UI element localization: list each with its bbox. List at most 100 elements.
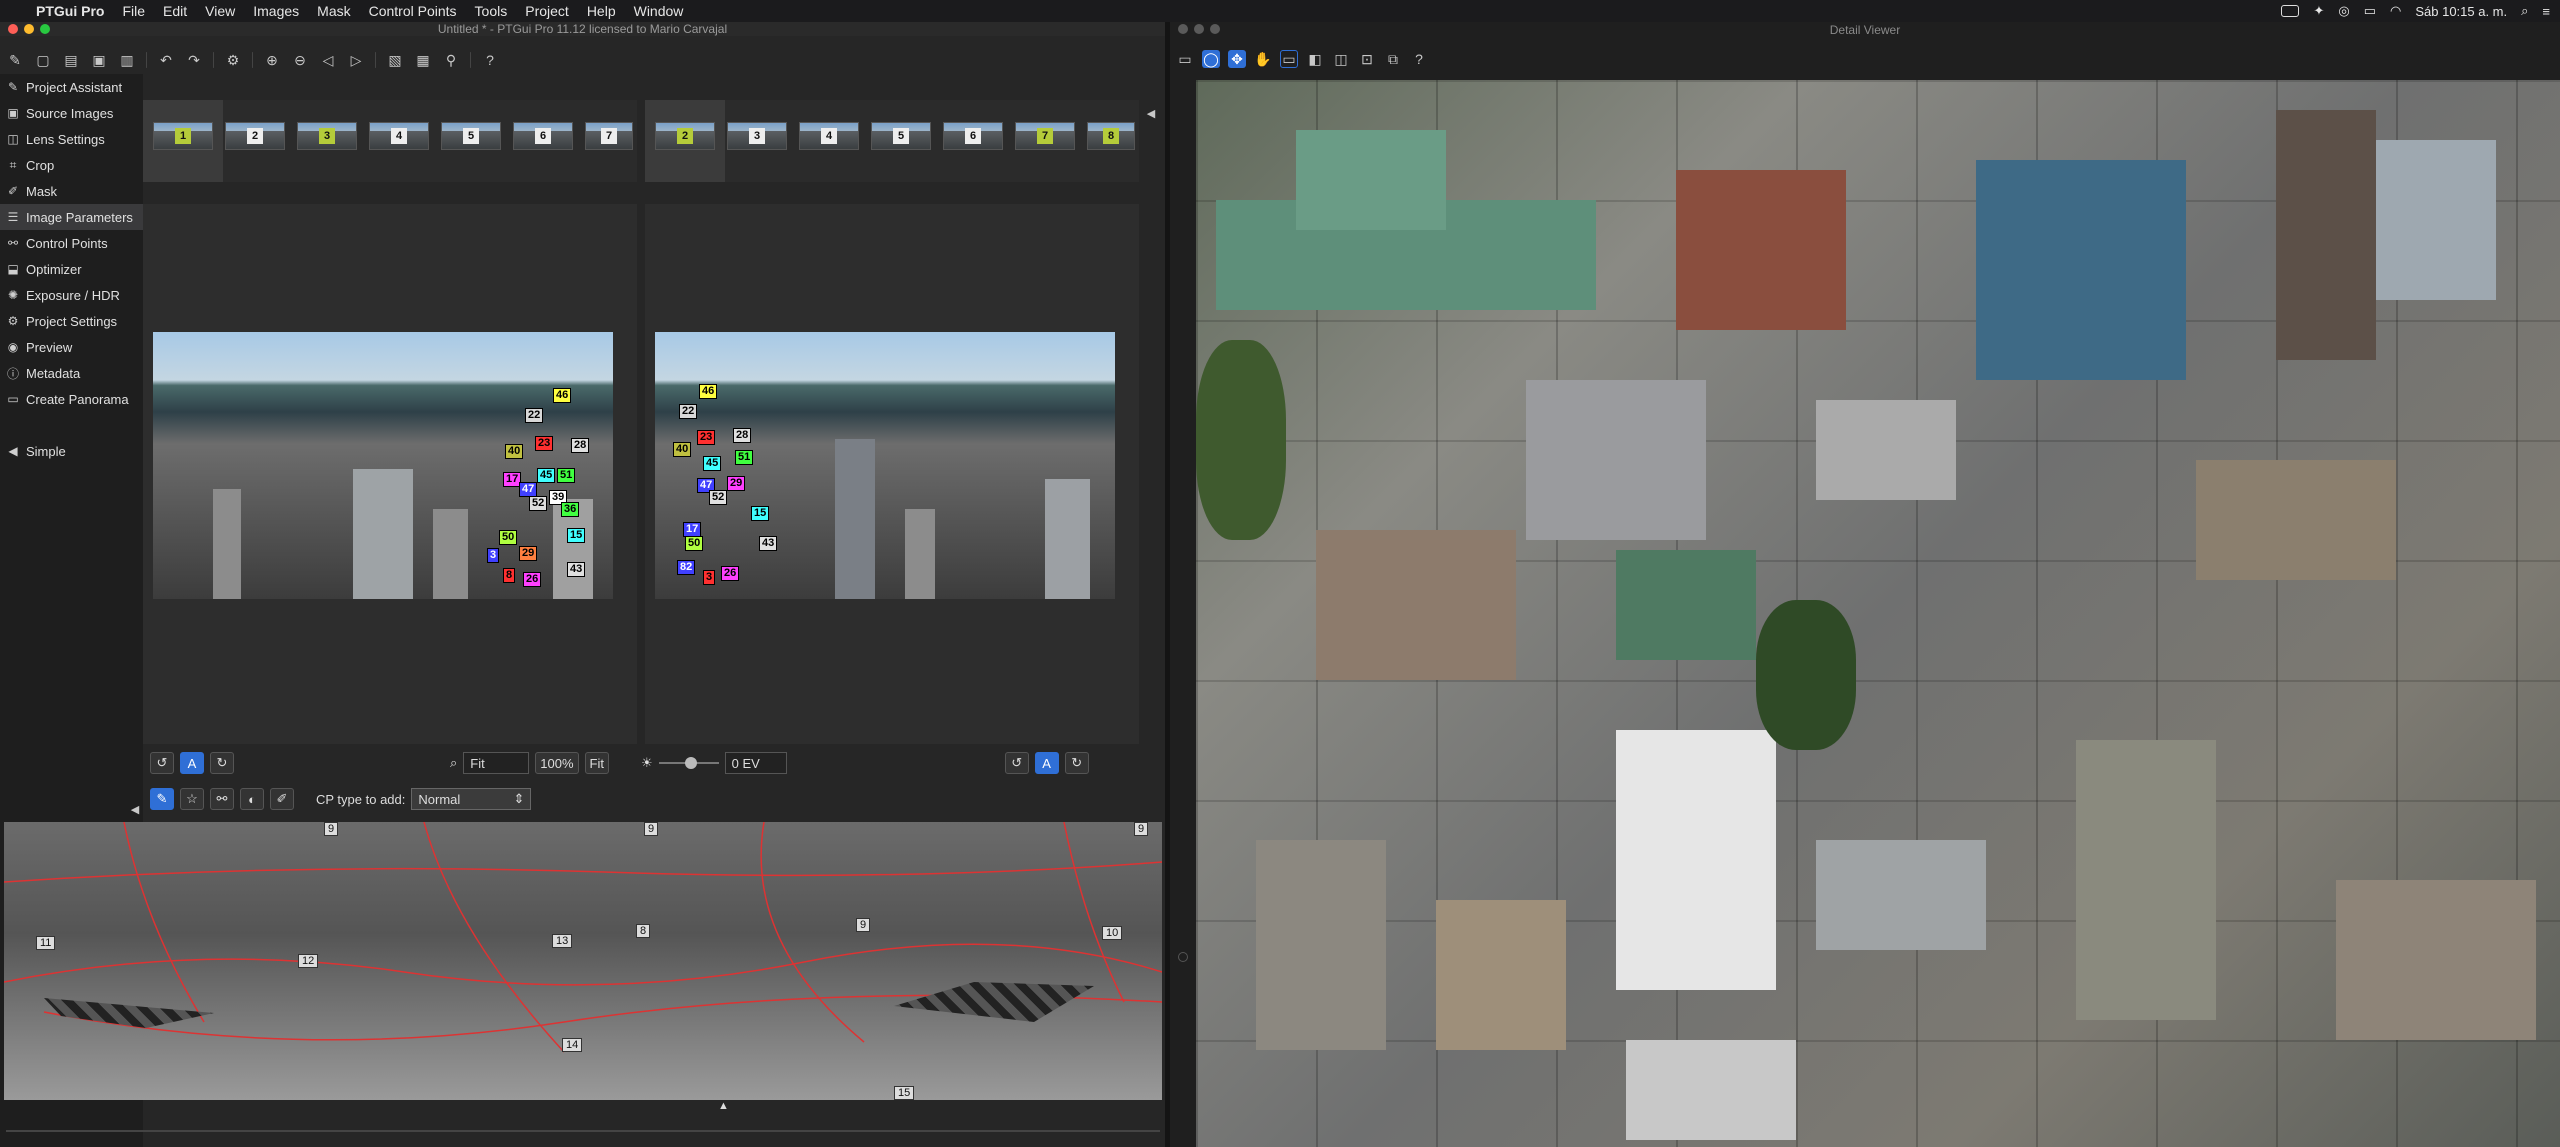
crop-view-icon[interactable]: ⊡: [1358, 50, 1376, 68]
ev-field[interactable]: 0 EV: [724, 752, 787, 774]
zoom-out-icon[interactable]: ⊖: [291, 51, 309, 69]
control-center-icon[interactable]: ≡: [2542, 4, 2550, 19]
sidebar-item-control-points[interactable]: ⚯ Control Points: [0, 230, 143, 256]
open-file-icon[interactable]: ▤: [62, 51, 80, 69]
menu-project[interactable]: Project: [525, 3, 569, 19]
menu-edit[interactable]: Edit: [163, 3, 187, 19]
left-image-panel[interactable]: 46 22 23 28 40 17 45 51 47 39 52 36 50 1…: [143, 204, 637, 744]
new-project-icon[interactable]: ✎: [6, 51, 24, 69]
thumbnail-8[interactable]: 8: [1087, 122, 1135, 150]
rotate-right-button[interactable]: ↻: [210, 752, 234, 774]
overlay-icon[interactable]: ⧉: [1384, 50, 1402, 68]
simple-mode-button[interactable]: ◀ Simple: [0, 438, 143, 464]
control-point[interactable]: 52: [529, 496, 548, 511]
control-point[interactable]: 22: [679, 404, 698, 419]
sidebar-item-source-images[interactable]: ▣ Source Images: [0, 100, 143, 126]
cp-type-select[interactable]: Normal ⇕: [411, 788, 532, 810]
sidebar-item-mask[interactable]: ✐ Mask: [0, 178, 143, 204]
menu-file[interactable]: File: [122, 3, 145, 19]
thumbnail-3[interactable]: 3: [297, 122, 357, 150]
control-point[interactable]: 51: [557, 468, 576, 483]
next-icon[interactable]: ▷: [347, 51, 365, 69]
control-point[interactable]: 26: [721, 566, 740, 581]
previous-icon[interactable]: ◁: [319, 51, 337, 69]
thumbnail-2[interactable]: 2: [225, 122, 285, 150]
control-point[interactable]: 22: [525, 408, 544, 423]
search-icon[interactable]: ⌕: [2521, 3, 2528, 19]
control-point[interactable]: 23: [535, 436, 554, 451]
sidebar-item-optimizer[interactable]: ⬓ Optimizer: [0, 256, 143, 282]
collapse-strip-icon[interactable]: ◀: [1142, 104, 1160, 122]
thumbnail-5[interactable]: 5: [441, 122, 501, 150]
compare-view-icon[interactable]: ◫: [1332, 50, 1350, 68]
panorama-preview[interactable]: 9 10 11 12 13 8 14 15 9 9 9: [4, 822, 1162, 1100]
pin-icon[interactable]: ⚲: [442, 51, 460, 69]
screen-icon[interactable]: [2281, 5, 2300, 17]
control-point[interactable]: 3: [703, 570, 716, 585]
control-point[interactable]: 45: [703, 456, 722, 471]
left-source-image[interactable]: 46 22 23 28 40 17 45 51 47 39 52 36 50 1…: [153, 332, 613, 599]
control-point[interactable]: 28: [733, 428, 752, 443]
control-point[interactable]: 29: [727, 476, 746, 491]
thumbnail-5[interactable]: 5: [871, 122, 931, 150]
sidebar-item-metadata[interactable]: ⓘ Metadata: [0, 360, 143, 386]
thumbnail-6[interactable]: 6: [513, 122, 573, 150]
control-point[interactable]: 46: [553, 388, 572, 403]
menu-mask[interactable]: Mask: [317, 3, 350, 19]
sidebar-item-create-panorama[interactable]: ▭ Create Panorama: [0, 386, 143, 412]
zoom-100-button[interactable]: 100%: [535, 752, 579, 774]
control-point[interactable]: 28: [571, 438, 590, 453]
control-point[interactable]: 43: [759, 536, 778, 551]
dropbox-icon[interactable]: ✦: [2313, 3, 2324, 19]
sidebar-item-crop[interactable]: ⌗ Crop: [0, 152, 143, 178]
zoom-window-button[interactable]: [1210, 24, 1220, 34]
control-point[interactable]: 50: [499, 530, 518, 545]
sidebar-item-image-parameters[interactable]: ☰ Image Parameters: [0, 204, 143, 230]
thumbnail-7[interactable]: 7: [1015, 122, 1075, 150]
exposure-slider[interactable]: [658, 757, 719, 769]
settings-icon[interactable]: ⚙: [224, 51, 242, 69]
menu-window[interactable]: Window: [634, 3, 684, 19]
move-icon[interactable]: ✥: [1228, 50, 1246, 68]
sidebar-item-lens-settings[interactable]: ◫ Lens Settings: [0, 126, 143, 152]
horizon-marker-icon[interactable]: ▲: [718, 1100, 729, 1112]
menu-control-points[interactable]: Control Points: [369, 3, 457, 19]
minimize-window-button[interactable]: [1194, 24, 1204, 34]
help-icon[interactable]: ?: [481, 51, 499, 69]
thumbnail-4[interactable]: 4: [369, 122, 429, 150]
right-image-panel[interactable]: 46 22 23 28 40 51 45 47 29 52 15 17 50 4…: [645, 204, 1139, 744]
control-point[interactable]: 46: [699, 384, 718, 399]
battery-icon[interactable]: ▭: [2364, 3, 2376, 19]
sidebar-item-exposure-hdr[interactable]: ✺ Exposure / HDR: [0, 282, 143, 308]
control-point[interactable]: 29: [519, 546, 538, 561]
zoom-window-button[interactable]: [40, 24, 50, 34]
control-point[interactable]: 17: [683, 522, 702, 537]
rotate-left-button-right[interactable]: ↺: [1004, 752, 1029, 774]
rotate-right-button-right[interactable]: ↻: [1064, 752, 1089, 774]
sync-icon[interactable]: ◎: [2338, 3, 2349, 19]
detail-scrollbar[interactable]: [1178, 952, 1188, 962]
control-point[interactable]: 23: [697, 430, 716, 445]
control-point[interactable]: 51: [735, 450, 754, 465]
add-cp-tool-button[interactable]: ✎: [150, 788, 174, 810]
zoom-field[interactable]: Fit: [463, 752, 530, 774]
save-as-icon[interactable]: ▥: [118, 51, 136, 69]
undo-icon[interactable]: ↶: [157, 51, 175, 69]
table-icon[interactable]: ▦: [414, 51, 432, 69]
menu-view[interactable]: View: [205, 3, 235, 19]
menu-images[interactable]: Images: [253, 3, 299, 19]
thumbnail-1[interactable]: 1: [153, 122, 213, 150]
picker-tool-button[interactable]: ✐: [270, 788, 294, 810]
thumbnail-4[interactable]: 4: [799, 122, 859, 150]
control-point[interactable]: 15: [567, 528, 586, 543]
zoom-in-icon[interactable]: ⊕: [263, 51, 281, 69]
control-point[interactable]: 43: [567, 562, 586, 577]
zoom-fit-button[interactable]: Fit: [584, 752, 609, 774]
control-point[interactable]: 8: [503, 568, 516, 583]
control-point[interactable]: 40: [505, 444, 524, 459]
minimize-window-button[interactable]: [24, 24, 34, 34]
control-point[interactable]: 47: [519, 482, 538, 497]
detail-image-view[interactable]: [1196, 80, 2560, 1147]
control-point[interactable]: 82: [677, 560, 696, 575]
control-point[interactable]: 40: [673, 442, 692, 457]
